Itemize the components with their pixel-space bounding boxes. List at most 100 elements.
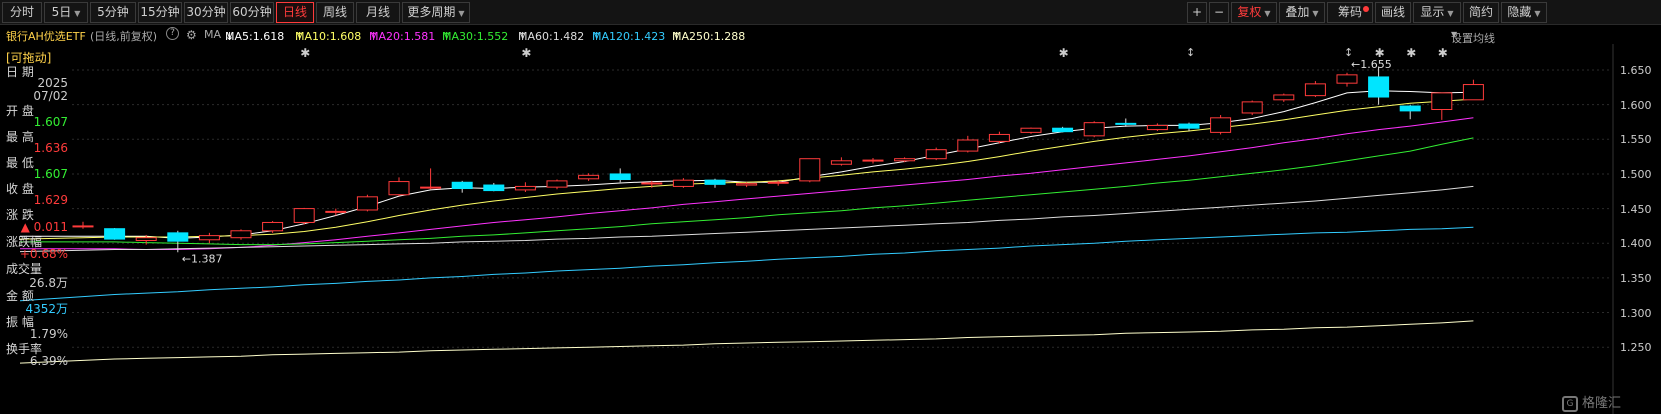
watermark-text: 格隆汇 — [1582, 396, 1622, 411]
draw-line-button[interactable]: 画线 — [1375, 2, 1411, 23]
candle-up — [799, 158, 821, 182]
chips-button[interactable]: 筹码 — [1327, 2, 1373, 23]
period-tab-60min[interactable]: 60分钟 — [230, 2, 274, 23]
candle-up — [1336, 74, 1358, 84]
candle-up — [1241, 101, 1263, 114]
overlay-label: 叠加 — [1285, 5, 1310, 19]
candle-up — [830, 160, 852, 165]
ma-line-ma120 — [19, 226, 1474, 302]
period-tab-5day[interactable]: 5日 ▼ — [44, 2, 88, 23]
price-tick-label: 1.500 — [1620, 167, 1652, 181]
candle-up — [420, 186, 442, 189]
security-name: 银行AH优选ETF — [6, 30, 86, 43]
period-tab-timeshare[interactable]: 分时 — [2, 2, 42, 23]
price-tick-label: 1.250 — [1620, 341, 1652, 355]
ma120-value-text: MA120:1.423 — [592, 30, 666, 43]
candle-down — [704, 179, 726, 185]
candle-up — [894, 158, 916, 162]
arrow-down-icon: ↓ — [225, 30, 235, 43]
candle-down — [167, 232, 189, 242]
candle-down — [1399, 105, 1421, 112]
overlay-button[interactable]: 叠加 ▼ — [1279, 2, 1325, 23]
candle-up — [198, 235, 220, 241]
ma60-value-text: MA60:1.482 — [518, 30, 585, 43]
price-tick-label: 1.600 — [1620, 98, 1652, 112]
period-tab-5day-label: 5日 — [51, 5, 72, 19]
period-tab-5min[interactable]: 5分钟 — [90, 2, 136, 23]
chart-mode: (日线,前复权) — [90, 30, 158, 43]
arrow-up-icon: ↑ — [518, 30, 528, 43]
arrow-up-icon: ↑ — [442, 30, 452, 43]
candle-up — [546, 180, 568, 188]
ma-line-ma250 — [19, 320, 1474, 364]
notification-dot-icon — [1363, 6, 1369, 12]
low-value: 1.607 — [33, 167, 68, 181]
candle-up — [641, 182, 663, 185]
high-value: 1.636 — [33, 141, 68, 155]
candle-up — [578, 174, 600, 180]
zoom-out-button[interactable]: − — [1209, 2, 1229, 23]
period-tab-more[interactable]: 更多周期 ▼ — [402, 2, 470, 23]
ma10-value-text: MA10:1.608 — [295, 30, 362, 43]
hide-button[interactable]: 隐藏 ▼ — [1501, 2, 1547, 23]
candle-up — [1210, 117, 1232, 133]
chevron-down-icon: ▼ — [74, 9, 81, 18]
period-tab-30min[interactable]: 30分钟 — [184, 2, 228, 23]
ma-line-ma60 — [19, 185, 1474, 253]
ma-label: MA — [204, 28, 222, 41]
gear-icon[interactable]: ⚙ — [186, 28, 197, 42]
period-tab-monthly[interactable]: 月线 — [356, 2, 400, 23]
price-tick-label: 1.400 — [1620, 237, 1652, 251]
date-label: 日 期 — [6, 65, 34, 79]
candle-up — [1431, 92, 1453, 111]
candle-down — [1368, 76, 1390, 98]
period-tab-weekly[interactable]: 周线 — [316, 2, 354, 23]
change-pct-value: +0.68% — [19, 247, 68, 261]
event-star-marker: ✱ — [1438, 46, 1448, 60]
low-price-label: ←1.387 — [182, 252, 223, 265]
chevron-down-icon: ▼ — [1451, 30, 1458, 39]
candle-up — [862, 159, 884, 162]
low-label: 最 低 — [6, 156, 34, 170]
adjust-rights-button[interactable]: 复权 ▼ — [1231, 2, 1277, 23]
date-year: 2025 — [37, 76, 68, 90]
candle-up — [135, 237, 157, 241]
event-arrow-marker: ↕ — [1186, 46, 1195, 59]
candle-up — [262, 221, 284, 232]
help-icon[interactable]: ? — [166, 27, 179, 40]
candle-up — [957, 139, 979, 152]
period-tab-15min[interactable]: 15分钟 — [138, 2, 182, 23]
ma-settings-label: 设置均线 — [1451, 32, 1495, 45]
chevron-down-icon: ▼ — [1264, 9, 1271, 18]
candle-detail-panel[interactable]: [可拖动] 日 期 2025 07/02 开 盘 1.607 最 高 1.636… — [0, 47, 70, 414]
simple-mode-button[interactable]: 简约 — [1463, 2, 1499, 23]
candle-up — [325, 210, 347, 213]
change-value: ▲ 0.011 — [20, 220, 68, 234]
candle-down — [1052, 127, 1074, 133]
price-tick-label: 1.450 — [1620, 202, 1652, 216]
price-axis: 1.650 1.600 1.550 1.500 1.450 1.400 1.350 1.300… — [1614, 45, 1661, 414]
display-label: 显示 — [1420, 5, 1445, 19]
candle-up — [1462, 84, 1484, 101]
close-label: 收 盘 — [6, 182, 34, 196]
high-label: 最 高 — [6, 130, 34, 144]
candle-up — [1273, 94, 1295, 101]
candle-up — [736, 183, 758, 186]
price-tick-label: 1.650 — [1620, 64, 1652, 77]
ma-line-ma10 — [19, 98, 1474, 240]
kline-chart[interactable]: ✱ ✱ ✱ ✱ ✱ ✱↕ ↕←1.655←1.387 — [0, 0, 1661, 414]
candle-down — [451, 181, 473, 190]
price-tick-label: 1.300 — [1620, 306, 1652, 320]
period-toolbar: 分时 5日 ▼ 5分钟 15分钟 30分钟 60分钟 日线 周线 月线 更多周期 ▼… — [0, 0, 1661, 25]
volume-value: 26.8万 — [29, 276, 68, 290]
candle-up — [925, 149, 947, 160]
open-label: 开 盘 — [6, 104, 34, 118]
candle-up — [1083, 122, 1105, 137]
chips-label: 筹码 — [1337, 5, 1362, 19]
zoom-in-button[interactable]: + — [1187, 2, 1207, 23]
turnover-value: 6.39% — [29, 354, 68, 368]
ma250-value-text: MA250:1.288 — [672, 30, 746, 43]
ma-line-ma30 — [20, 137, 1474, 246]
period-tab-daily[interactable]: 日线 — [276, 2, 314, 23]
display-button[interactable]: 显示 ▼ — [1413, 2, 1461, 23]
